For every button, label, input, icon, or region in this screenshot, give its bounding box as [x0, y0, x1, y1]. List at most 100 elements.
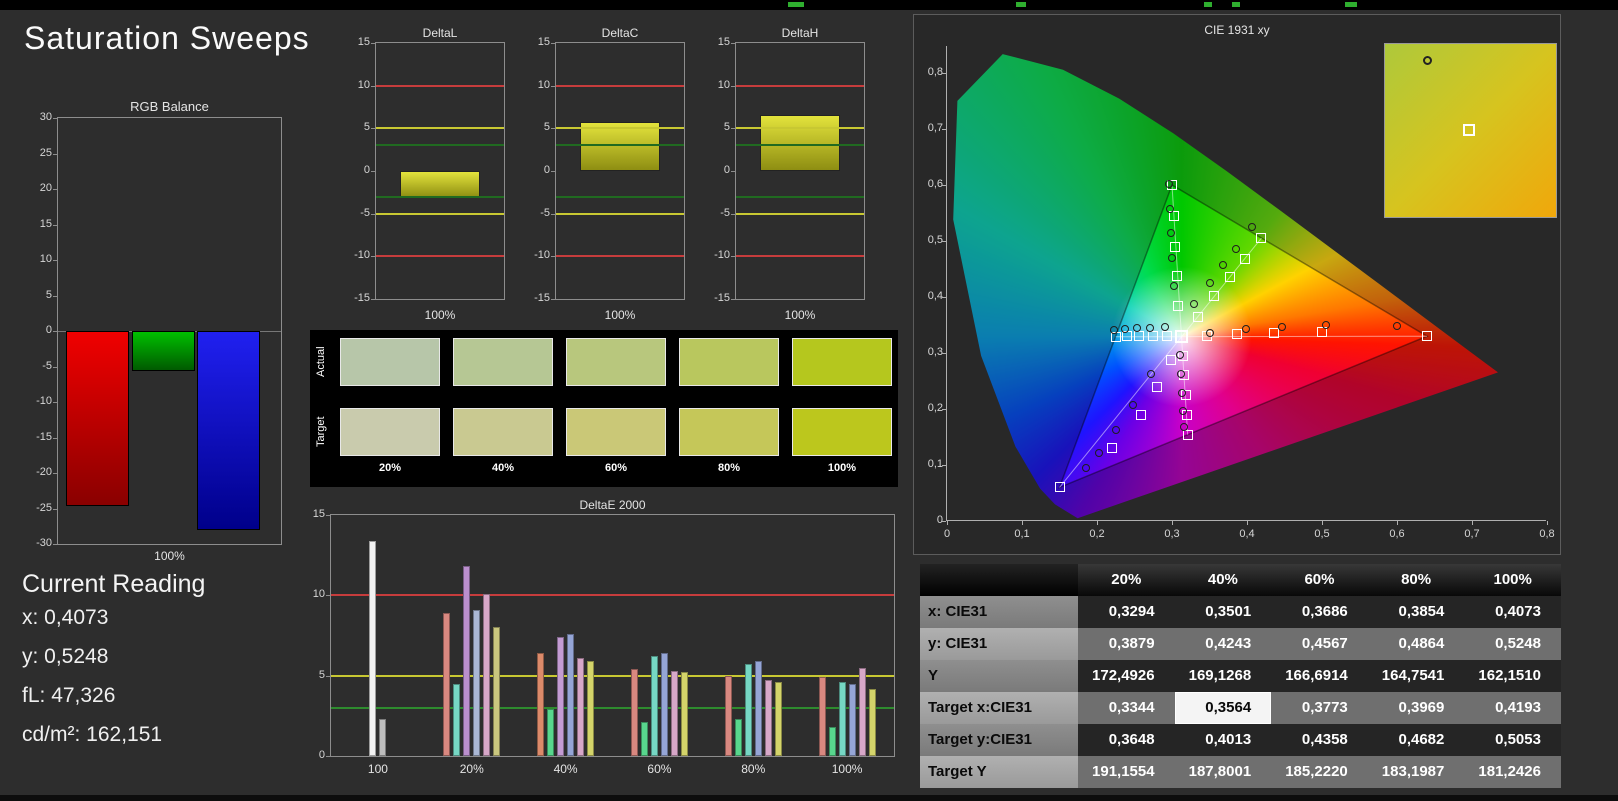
value-cell[interactable]: 185,2220: [1271, 756, 1368, 788]
target-square: [1192, 311, 1203, 322]
value-cell[interactable]: 0,4864: [1367, 628, 1465, 660]
value-cell[interactable]: 169,1268: [1174, 660, 1272, 692]
toolbar-artifact-icon: [1232, 2, 1240, 7]
y-tick-label: -10: [36, 395, 52, 407]
target-square: [1268, 327, 1279, 338]
y-tick: [731, 256, 735, 258]
toolbar-artifact-icon: [1345, 2, 1357, 7]
x-tick: [1397, 521, 1398, 525]
value-cell[interactable]: 0,3501: [1174, 596, 1272, 628]
measured-circle: [1166, 228, 1175, 237]
delta-c-plot: 15 10 5 0 -5 -10 -15: [534, 36, 685, 304]
ref-line--3: [556, 195, 684, 198]
deltae-bar: [493, 627, 501, 756]
y-tick-label: 10: [312, 588, 325, 601]
y-tick: [551, 256, 555, 258]
target-square: [1054, 482, 1065, 493]
y-tick: [942, 129, 946, 130]
inset-target-square: [1463, 124, 1475, 136]
measured-circle: [1111, 426, 1120, 435]
value-cell[interactable]: 162,1510: [1464, 660, 1561, 692]
y-tick: [551, 213, 555, 215]
value-cell[interactable]: 0,3294: [1078, 596, 1175, 628]
actual-swatch-40%: [453, 338, 553, 386]
reading-value: 47,326: [51, 684, 116, 707]
rgb-balance-title: RGB Balance: [130, 99, 209, 114]
measured-circle: [1147, 369, 1155, 378]
measured-circle: [1190, 299, 1199, 308]
row-label: Target x:CIE31: [920, 692, 1078, 724]
x-tick-label: 0,7: [1464, 528, 1480, 540]
deltae-bar: [744, 664, 752, 756]
value-cell[interactable]: 191,1554: [1078, 756, 1175, 788]
value-cell[interactable]: 172,4926: [1078, 660, 1175, 692]
value-cell[interactable]: 0,4073: [1464, 596, 1561, 628]
table-row: Target Y 191,1554 187,8001 185,2220 183,1987…: [920, 756, 1561, 788]
column-header: 60%: [1271, 564, 1368, 596]
deltae-bar: [650, 656, 658, 756]
target-square: [1134, 331, 1144, 342]
ref-line-5: [376, 127, 504, 130]
value-cell[interactable]: 187,8001: [1174, 756, 1272, 788]
ref-line-5: [331, 674, 894, 677]
y-tick-label: 0: [318, 749, 325, 761]
row-label: Target Y: [920, 756, 1078, 788]
value-cell[interactable]: 0,3879: [1078, 628, 1175, 660]
deltae-bar: [660, 653, 668, 756]
value-cell[interactable]: 0,4013: [1174, 724, 1272, 756]
deltae-bar: [379, 719, 387, 756]
measured-circle: [1177, 369, 1185, 378]
target-square: [1182, 429, 1193, 440]
y-tick: [551, 299, 555, 300]
reading-fl: fL: 47,326: [22, 684, 292, 723]
y-tick: [731, 128, 735, 130]
value-cell[interactable]: 0,4567: [1271, 628, 1368, 660]
measured-circle: [1205, 328, 1214, 337]
measured-circle: [1168, 253, 1176, 262]
y-tick-label: 15: [537, 36, 550, 48]
value-cell[interactable]: 0,3344: [1078, 692, 1175, 724]
y-tick-label: -5: [540, 206, 550, 219]
value-cell[interactable]: 0,4358: [1271, 724, 1368, 756]
rgb-balance-x-label: 100%: [154, 549, 185, 563]
x-tick-label: 0,3: [1164, 528, 1180, 540]
y-tick-label: 5: [723, 121, 730, 134]
reading-y: y: 0,5248: [22, 645, 292, 684]
value-cell[interactable]: 164,7541: [1367, 660, 1465, 692]
x-tick: [1097, 521, 1098, 525]
x-tick: [947, 521, 948, 525]
ref-line-10: [556, 84, 684, 87]
value-cell[interactable]: 0,4682: [1367, 724, 1465, 756]
value-cell[interactable]: 0,3773: [1271, 692, 1368, 724]
target-square: [1165, 354, 1176, 365]
x-tick-label: 40%: [553, 762, 578, 776]
value-cell[interactable]: 0,3854: [1367, 596, 1465, 628]
deltae-bar: [369, 540, 377, 756]
x-tick: [1322, 521, 1323, 525]
value-cell[interactable]: 0,5053: [1464, 724, 1561, 756]
value-cell[interactable]: 0,3648: [1078, 724, 1175, 756]
y-tick: [53, 437, 57, 439]
deltae-bar: [567, 633, 575, 756]
value-cell[interactable]: 0,3564: [1174, 692, 1272, 724]
value-cell[interactable]: 0,3969: [1367, 692, 1465, 724]
value-cell[interactable]: 0,3686: [1271, 596, 1368, 628]
y-tick-label: 0: [543, 164, 550, 176]
y-tick-label: -15: [714, 292, 730, 304]
value-cell[interactable]: 0,5248: [1464, 628, 1561, 660]
y-tick: [371, 171, 375, 172]
y-tick-label: 0,8: [927, 66, 943, 78]
measured-circle: [1165, 179, 1173, 188]
y-tick-label: -15: [534, 292, 550, 304]
table-row: Y 172,4926 169,1268 166,6914 164,7541 162,151…: [920, 660, 1561, 692]
swatch-col-label: 100%: [827, 462, 857, 474]
value-cell[interactable]: 183,1987: [1367, 756, 1465, 788]
y-tick-label: 10: [717, 78, 730, 91]
value-cell[interactable]: 181,2426: [1464, 756, 1561, 788]
target-square: [1122, 331, 1132, 342]
value-cell[interactable]: 0,4243: [1174, 628, 1272, 660]
target-square: [1107, 443, 1117, 454]
value-cell[interactable]: 166,6914: [1271, 660, 1368, 692]
x-tick-label: 0,1: [1014, 528, 1030, 540]
value-cell[interactable]: 0,4193: [1464, 692, 1561, 724]
